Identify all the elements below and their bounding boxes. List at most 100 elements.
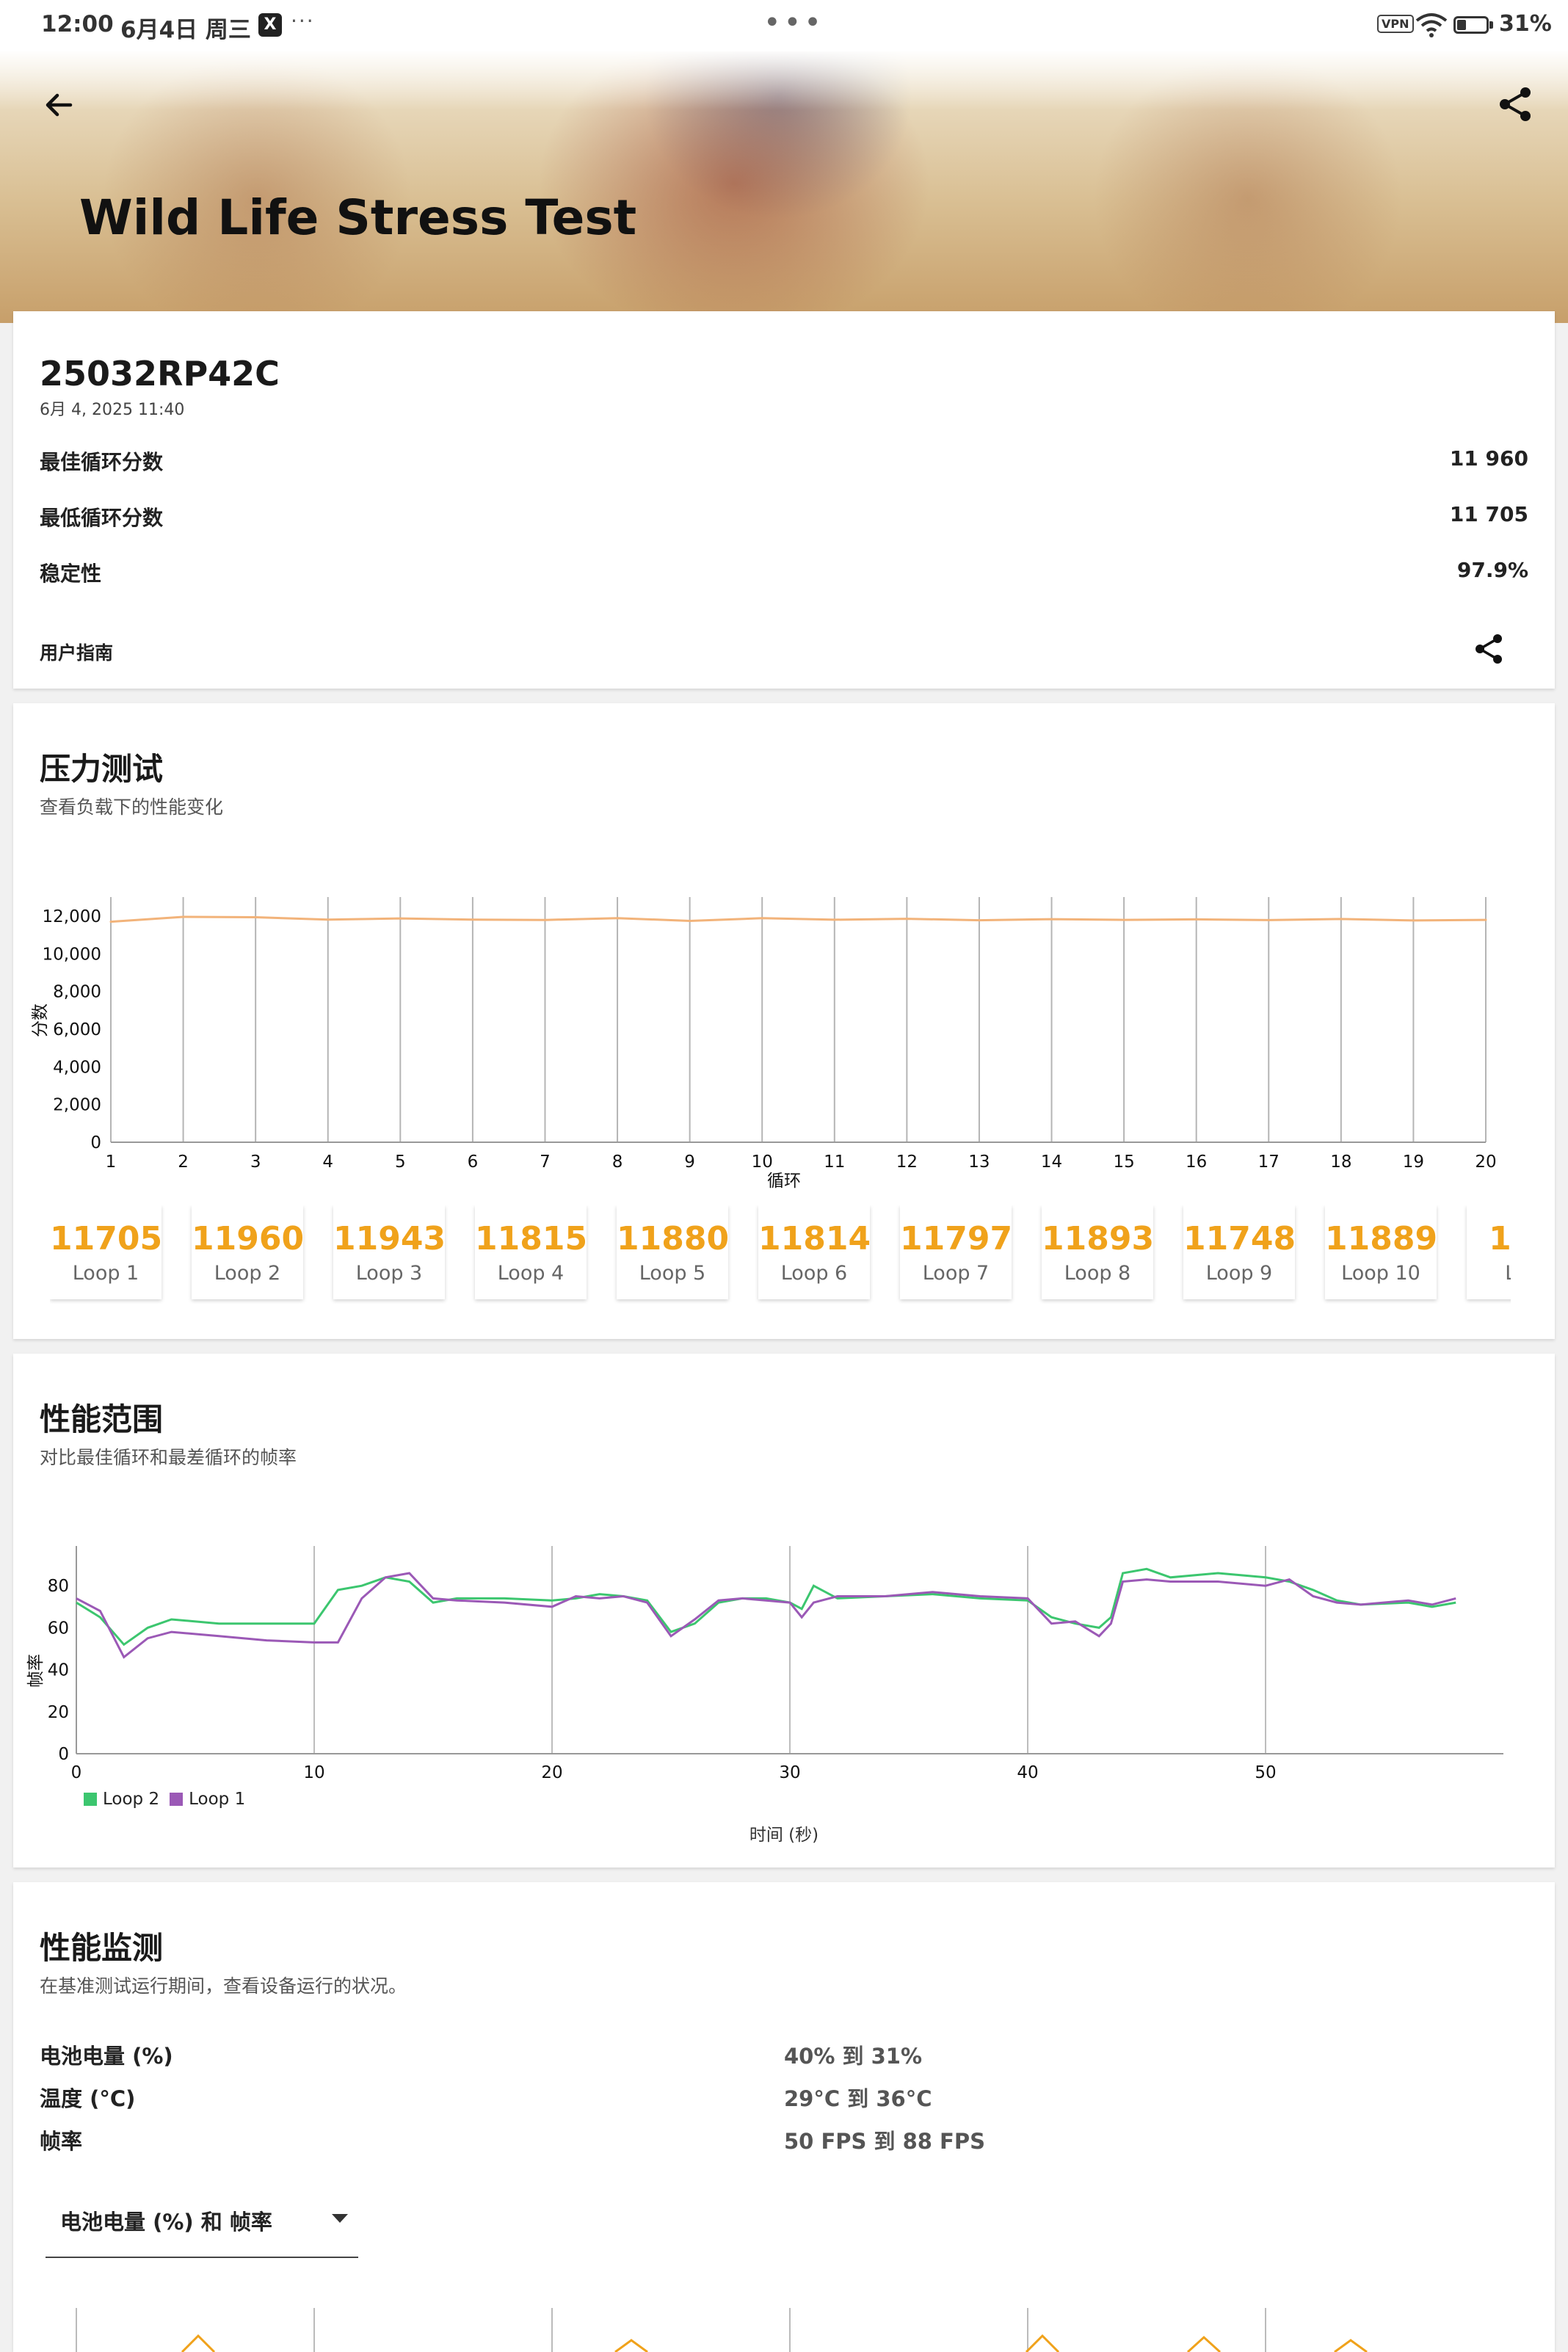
summary-card: 25032RP42C 6月 4, 2025 11:40 最佳循环分数 11 96… [13, 311, 1555, 689]
best-loop-value: 11 960 [1449, 446, 1528, 471]
battery-percent: 31% [1499, 11, 1552, 37]
score-x-tick: 16 [1186, 1153, 1207, 1172]
loop-score: 11960 [192, 1220, 305, 1257]
score-point [1195, 918, 1198, 921]
score-x-tick: 13 [968, 1153, 990, 1172]
fps-x-tick: 30 [779, 1763, 800, 1782]
hero-fade [0, 51, 1568, 110]
score-point [399, 917, 402, 920]
loop-score-card[interactable]: 11797 Loop 7 [900, 1205, 1012, 1299]
fps-line-chart: 0 10 20 30 40 50 0 20 40 60 80 帧率 [26, 1546, 1503, 1782]
score-x-tick: 1 [106, 1153, 117, 1172]
score-x-tick: 3 [250, 1153, 261, 1172]
fps-y-tick: 40 [48, 1661, 69, 1680]
score-point [1122, 918, 1125, 921]
dropdown-caret-icon [332, 2214, 348, 2223]
lowest-loop-value: 11 705 [1449, 502, 1528, 526]
status-bar: 12:00 6月4日 周三 X ··· ••• VPN 31% [0, 0, 1568, 51]
loop-score: 11943 [333, 1220, 446, 1257]
fps-series-loop-2 [76, 1567, 1456, 1647]
legend-label: Loop 1 [189, 1790, 246, 1809]
status-time: 12:00 [41, 11, 114, 37]
score-point [1484, 918, 1487, 921]
loop-score-card[interactable]: 11880 Loop 5 [617, 1205, 730, 1299]
score-x-tick: 9 [684, 1153, 695, 1172]
score-x-tick: 5 [395, 1153, 406, 1172]
test-date: 6月 4, 2025 11:40 [40, 401, 185, 419]
score-y-tick: 10,000 [43, 945, 101, 964]
score-x-tick: 12 [896, 1153, 918, 1172]
loop-name: Loop 7 [922, 1262, 990, 1285]
battery-label: 电池电量 (%) [40, 2044, 173, 2069]
score-point [543, 918, 546, 921]
metric-dropdown[interactable]: 电池电量 (%) 和 帧率 [46, 2191, 358, 2258]
chart-legend: Loop 2 Loop 1 [84, 1790, 255, 1809]
loop-name: Loop 6 [780, 1262, 848, 1285]
x-app-icon: X [258, 13, 282, 37]
score-point [978, 919, 981, 922]
loop-name: Loop 2 [214, 1262, 281, 1285]
loop-score-card[interactable]: 11889 Loop 10 [1325, 1205, 1437, 1299]
score-y-tick: 6,000 [53, 1020, 101, 1039]
score-x-tick: 18 [1330, 1153, 1351, 1172]
monitoring-card: 性能监测 在基准测试运行期间，查看设备运行的状况。 电池电量 (%) 40% 到… [13, 1882, 1555, 2352]
score-point [1050, 918, 1053, 921]
score-x-tick: 20 [1475, 1153, 1496, 1172]
loop-score-card[interactable]: 11748 Loop 9 [1183, 1205, 1296, 1299]
score-point [327, 918, 330, 921]
score-x-tick: 15 [1113, 1153, 1134, 1172]
fps-x-tick: 50 [1255, 1763, 1276, 1782]
user-guide-link[interactable]: 用户指南 [40, 639, 113, 665]
loop-score-card[interactable]: 11815 Loop 4 [475, 1205, 587, 1299]
more-notifications-icon: ··· [291, 9, 315, 33]
score-point [1267, 918, 1270, 921]
loop-score: 11893 [1042, 1220, 1155, 1257]
legend-swatch [84, 1793, 97, 1806]
loop-score-card[interactable]: 118 Loo [1467, 1205, 1511, 1299]
battery-value: 40% 到 31% [784, 2044, 923, 2069]
score-x-label: 循环 [767, 1172, 801, 1191]
score-point [109, 921, 112, 923]
score-point [905, 918, 908, 921]
score-x-tick: 19 [1403, 1153, 1424, 1172]
score-point [182, 915, 185, 918]
fps-x-tick: 40 [1017, 1763, 1038, 1782]
loop-score-card[interactable]: 11943 Loop 3 [333, 1205, 446, 1299]
score-line-chart: 1 2 3 4 5 6 7 8 9 10 11 12 13 14 15 16 17 18 19 2002,0004,0… [31, 897, 1497, 1191]
temperature-value: 29°C 到 36°C [784, 2086, 932, 2111]
score-y-tick: 12,000 [43, 907, 101, 926]
loop-score: 11880 [617, 1220, 730, 1257]
wifi-icon [1415, 13, 1448, 37]
loop-score-card[interactable]: 11893 Loop 8 [1042, 1205, 1155, 1299]
monitor-subtitle: 在基准测试运行期间，查看设备运行的状况。 [40, 1975, 407, 1997]
loop-score-card[interactable]: 11705 Loop 1 [50, 1205, 163, 1299]
fps-y-tick: 80 [48, 1577, 69, 1596]
score-point [761, 917, 763, 920]
best-loop-label: 最佳循环分数 [40, 450, 164, 474]
fps-y-tick: 0 [58, 1745, 69, 1764]
score-x-tick: 7 [540, 1153, 551, 1172]
status-date: 6月4日 周三 [120, 17, 251, 43]
loop-name: Loop 9 [1205, 1262, 1273, 1285]
loop-score: 11814 [758, 1220, 871, 1257]
legend-label: Loop 2 [103, 1790, 160, 1809]
stability-value: 97.9% [1456, 558, 1528, 582]
score-x-tick: 6 [468, 1153, 479, 1172]
framerate-value: 50 FPS 到 88 FPS [784, 2129, 985, 2154]
score-x-tick: 8 [612, 1153, 623, 1172]
score-point [616, 917, 619, 920]
loop-score: 11797 [900, 1220, 1013, 1257]
guide-share-icon[interactable] [1471, 631, 1506, 667]
share-icon[interactable] [1495, 84, 1536, 125]
back-arrow-icon[interactable] [41, 87, 78, 123]
stability-label: 稳定性 [40, 562, 102, 586]
loop-score-card[interactable]: 11960 Loop 2 [192, 1205, 305, 1299]
monitor-title: 性能监测 [40, 1930, 164, 1966]
fps-series-loop-1 [76, 1572, 1456, 1659]
loop-score: 11705 [50, 1220, 163, 1257]
score-y-tick: 0 [90, 1133, 101, 1153]
fps-x-tick: 0 [71, 1763, 82, 1782]
multitask-dots-icon[interactable]: ••• [763, 6, 824, 40]
loop-score-strip[interactable]: 11705 Loop 1 11960 Loop 2 11943 Loop 3 11815 Lo… [50, 1205, 1511, 1313]
loop-score-card[interactable]: 11814 Loop 6 [758, 1205, 871, 1299]
